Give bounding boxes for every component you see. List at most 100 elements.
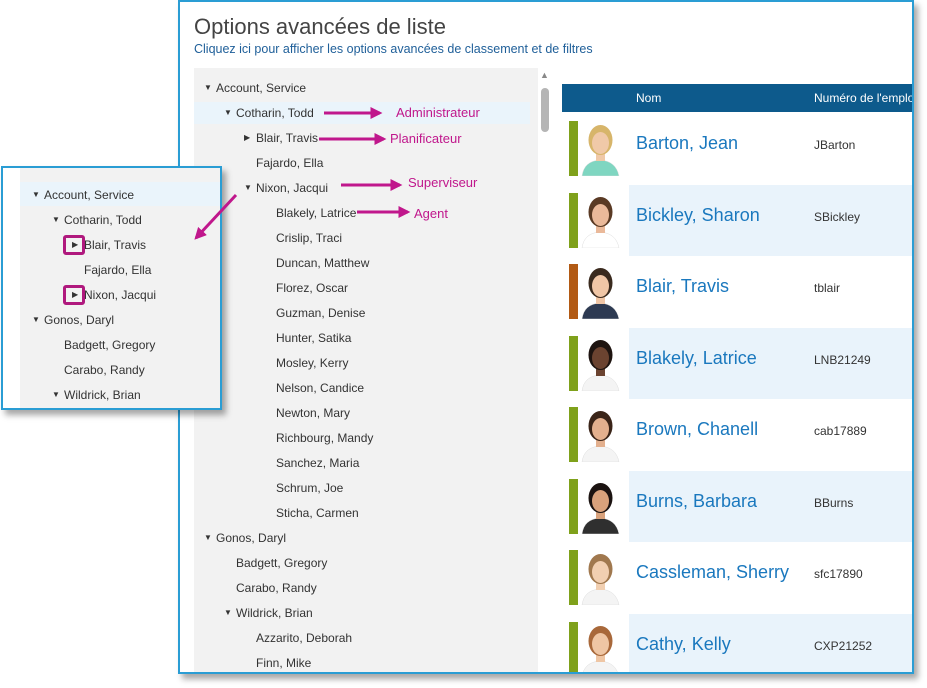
- tree-node-label: Richbourg, Mandy: [276, 431, 374, 445]
- inset-node-account-service: Account, Service: [44, 188, 135, 202]
- tree-node-florez-oscar[interactable]: Florez, Oscar: [194, 277, 524, 299]
- tree-node-label: Nelson, Candice: [276, 381, 365, 395]
- tree-node-blakely-latrice[interactable]: Blakely, Latrice: [194, 202, 524, 224]
- tree-node-label: Gonos, Daryl: [216, 531, 287, 545]
- grid-header: Nom Numéro de l'emplo: [562, 84, 912, 112]
- employee-name-link[interactable]: Blakely, Latrice: [636, 348, 757, 369]
- caret-down-icon[interactable]: ▼: [244, 177, 252, 199]
- inset-node-gonos-daryl: Gonos, Daryl: [44, 313, 115, 327]
- scroll-up-arrow-icon[interactable]: ▲: [540, 70, 549, 80]
- tree-node-badgett-gregory[interactable]: Badgett, Gregory: [194, 552, 524, 574]
- tree-node-duncan-matthew[interactable]: Duncan, Matthew: [194, 252, 524, 274]
- employee-number: LNB21249: [814, 352, 871, 367]
- grid-row[interactable]: Blair, Travis tblair: [562, 256, 912, 327]
- avatar: [578, 621, 623, 672]
- tree-node-account-service[interactable]: ▼ Account, Service: [194, 77, 524, 99]
- employee-number: sfc17890: [814, 567, 863, 581]
- avatar: [578, 335, 623, 391]
- status-indicator: [569, 550, 578, 605]
- avatar: [578, 192, 623, 248]
- tree-node-label: Hunter, Satika: [276, 331, 352, 345]
- employee-number: SBickley: [814, 209, 861, 224]
- employee-name-link[interactable]: Cathy, Kelly: [636, 634, 731, 655]
- tree-node-label: Guzman, Denise: [276, 306, 366, 320]
- avatar: [578, 407, 623, 462]
- annotation-superviseur: Superviseur: [408, 175, 478, 190]
- tree-node-sticha-carmen[interactable]: Sticha, Carmen: [194, 502, 524, 524]
- caret-down-icon[interactable]: ▼: [52, 384, 60, 406]
- grid-row[interactable]: Blakely, Latrice LNB21249: [562, 327, 912, 399]
- hierarchy-tree: ▼ Account, Service ▼ Cotharin, Todd ▶ Blair, …: [194, 68, 538, 672]
- caret-down-icon[interactable]: ▼: [204, 527, 212, 549]
- tree-node-mosley-kerry[interactable]: Mosley, Kerry: [194, 352, 524, 374]
- employee-grid: Nom Numéro de l'emplo Barton, Jean JBarto…: [562, 84, 912, 672]
- zoom-inset: ▼ Account, Service ▼ Cotharin, Todd ▶ Blair, …: [1, 166, 222, 410]
- inset-node-fajardo-ella: Fajardo, Ella: [84, 263, 152, 277]
- tree-node-label: Account, Service: [216, 81, 307, 95]
- grid-row[interactable]: Bickley, Sharon SBickley: [562, 184, 912, 256]
- tree-node-schrum-joe[interactable]: Schrum, Joe: [194, 477, 524, 499]
- grid-row[interactable]: Burns, Barbara BBurns: [562, 470, 912, 542]
- inset-gutter: [3, 168, 20, 408]
- grid-row[interactable]: Brown, Chanell cab17889: [562, 399, 912, 470]
- tree-node-nelson-candice[interactable]: Nelson, Candice: [194, 377, 524, 399]
- tree-node-label: Finn, Mike: [256, 656, 312, 670]
- grid-row[interactable]: Barton, Jean JBarton: [562, 113, 912, 184]
- caret-down-icon[interactable]: ▼: [32, 309, 40, 331]
- scroll-thumb[interactable]: [541, 88, 549, 132]
- caret-down-icon[interactable]: ▼: [52, 209, 60, 231]
- tree-scrollbar[interactable]: ▲: [538, 68, 552, 672]
- column-header-name[interactable]: Nom: [636, 91, 661, 105]
- tree-node-sanchez-maria[interactable]: Sanchez, Maria: [194, 452, 524, 474]
- grid-row[interactable]: Cassleman, Sherry sfc17890: [562, 542, 912, 613]
- tree-node-azzarito-deborah[interactable]: Azzarito, Deborah: [194, 627, 524, 649]
- inset-node-nixon-jacqui: Nixon, Jacqui: [84, 288, 157, 302]
- employee-number: cab17889: [814, 424, 867, 438]
- caret-down-icon[interactable]: ▼: [32, 184, 40, 206]
- tree-node-carabo-randy[interactable]: Carabo, Randy: [194, 577, 524, 599]
- tree-node-label: Blakely, Latrice: [276, 206, 357, 220]
- annotation-planificateur: Planificateur: [390, 131, 462, 146]
- advanced-options-link[interactable]: Cliquez ici pour afficher les options av…: [194, 42, 593, 56]
- inset-node-carabo-randy: Carabo, Randy: [64, 363, 145, 377]
- inset-node-blair-travis: Blair, Travis: [84, 238, 147, 252]
- caret-right-icon[interactable]: ▶: [244, 127, 252, 149]
- tree-node-finn-mike[interactable]: Finn, Mike: [194, 652, 524, 672]
- highlight-box: [63, 235, 85, 255]
- caret-down-icon[interactable]: ▼: [224, 602, 232, 624]
- status-indicator: [569, 407, 578, 462]
- tree-node-blair-travis[interactable]: ▶ Blair, Travis: [194, 127, 524, 149]
- tree-node-label: Mosley, Kerry: [276, 356, 349, 370]
- tree-node-newton-mary[interactable]: Newton, Mary: [194, 402, 524, 424]
- employee-name-link[interactable]: Brown, Chanell: [636, 419, 758, 440]
- employee-name-link[interactable]: Cassleman, Sherry: [636, 562, 789, 583]
- column-header-employee-number[interactable]: Numéro de l'emplo: [814, 91, 912, 105]
- annotation-agent: Agent: [414, 206, 448, 221]
- caret-down-icon[interactable]: ▼: [224, 102, 232, 124]
- main-window: Options avancées de liste Cliquez ici po…: [178, 0, 914, 674]
- tree-node-gonos-daryl[interactable]: ▼ Gonos, Daryl: [194, 527, 524, 549]
- status-indicator: [569, 478, 578, 534]
- tree-node-label: Newton, Mary: [276, 406, 351, 420]
- inset-node-badgett-gregory: Badgett, Gregory: [64, 338, 156, 352]
- tree-node-fajardo-ella[interactable]: Fajardo, Ella: [194, 152, 524, 174]
- employee-number: CXP21252: [814, 638, 873, 653]
- tree-node-label: Sanchez, Maria: [276, 456, 360, 470]
- tree-node-guzman-denise[interactable]: Guzman, Denise: [194, 302, 524, 324]
- status-indicator: [569, 264, 578, 319]
- tree-node-label: Schrum, Joe: [276, 481, 344, 495]
- tree-node-label: Nixon, Jacqui: [256, 181, 329, 195]
- status-indicator: [569, 621, 578, 672]
- grid-row[interactable]: Cathy, Kelly CXP21252: [562, 613, 912, 672]
- tree-node-richbourg-mandy[interactable]: Richbourg, Mandy: [194, 427, 524, 449]
- employee-name-link[interactable]: Barton, Jean: [636, 133, 738, 154]
- employee-number: tblair: [814, 281, 841, 295]
- tree-node-crislip-traci[interactable]: Crislip, Traci: [194, 227, 524, 249]
- employee-name-link[interactable]: Bickley, Sharon: [636, 205, 760, 226]
- tree-node-hunter-satika[interactable]: Hunter, Satika: [194, 327, 524, 349]
- employee-name-link[interactable]: Blair, Travis: [636, 276, 729, 297]
- tree-node-wildrick-brian[interactable]: ▼ Wildrick, Brian: [194, 602, 524, 624]
- tree-node-label: Fajardo, Ella: [256, 156, 324, 170]
- caret-down-icon[interactable]: ▼: [204, 77, 212, 99]
- employee-name-link[interactable]: Burns, Barbara: [636, 491, 757, 512]
